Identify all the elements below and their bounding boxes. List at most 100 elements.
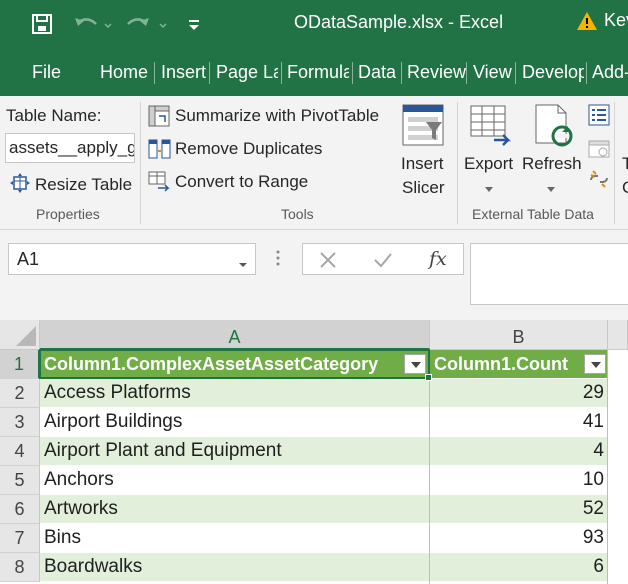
tab-file[interactable]: File: [32, 62, 61, 83]
filter-dropdown-count[interactable]: [584, 354, 606, 374]
tab-divider: [209, 62, 210, 84]
table-cell-category[interactable]: Airport Buildings: [40, 408, 430, 437]
table-cell-category[interactable]: Bins: [40, 524, 430, 553]
remove-duplicates-icon: [148, 138, 172, 165]
customize-qat-icon[interactable]: [186, 10, 202, 38]
overflow-line2: C: [622, 178, 628, 198]
table-cell-category[interactable]: Access Platforms: [40, 379, 430, 408]
active-cell-selection: [39, 349, 430, 379]
insert-slicer-line1[interactable]: Insert: [401, 154, 444, 174]
formula-input[interactable]: [470, 243, 628, 305]
formula-bar-grip-icon[interactable]: [276, 249, 280, 272]
table-cell-count[interactable]: 6: [430, 553, 608, 582]
export-dropdown-icon[interactable]: [484, 180, 494, 198]
overflow-line1: T: [622, 154, 628, 173]
column-divider: [607, 350, 608, 584]
fill-handle[interactable]: [425, 374, 432, 381]
column-header-a[interactable]: A: [40, 320, 430, 350]
tab-divider: [352, 62, 353, 84]
row-header[interactable]: 1: [0, 350, 40, 379]
row-header[interactable]: 7: [0, 524, 40, 553]
properties-icon[interactable]: [588, 104, 610, 131]
tab-divider: [586, 62, 587, 84]
tab-insert[interactable]: Insert: [161, 62, 206, 83]
row-header[interactable]: 3: [0, 408, 40, 437]
column-header-c[interactable]: [608, 320, 628, 350]
properties-group-label: Properties: [36, 206, 100, 222]
row-header[interactable]: 2: [0, 379, 40, 408]
pivot-table-icon: [148, 105, 170, 132]
svg-text:fx: fx: [427, 248, 447, 270]
row-header[interactable]: 4: [0, 437, 40, 466]
table-cell-category[interactable]: Boardwalks: [40, 553, 430, 582]
tab-developer[interactable]: Develop: [522, 62, 584, 83]
select-all-corner[interactable]: [0, 320, 40, 350]
column-divider: [429, 379, 430, 584]
table-name-input[interactable]: assets__apply_gr: [5, 133, 135, 163]
group-divider: [457, 102, 458, 224]
tab-data[interactable]: Data: [358, 62, 396, 83]
table-cell-count[interactable]: 29: [430, 379, 608, 408]
unlink-icon[interactable]: [588, 168, 610, 195]
tools-group-label: Tools: [281, 206, 314, 222]
row-header[interactable]: 8: [0, 553, 40, 582]
insert-function-icon[interactable]: fx: [427, 247, 453, 276]
table-header-count[interactable]: Column1.Count: [430, 350, 608, 379]
tab-divider: [401, 62, 402, 84]
tab-page-layout[interactable]: Page La: [216, 62, 278, 83]
warning-icon: [576, 11, 598, 31]
resize-table-icon: [10, 173, 30, 198]
remove-duplicates-button[interactable]: Remove Duplicates: [175, 139, 322, 159]
column-header-b[interactable]: B: [430, 320, 608, 350]
save-icon[interactable]: [30, 10, 54, 38]
cancel-icon[interactable]: [319, 251, 337, 274]
tab-divider: [515, 62, 516, 84]
table-name-label: Table Name:: [6, 106, 102, 125]
export-button[interactable]: Export: [464, 154, 513, 174]
refresh-icon: [532, 104, 576, 153]
tab-divider: [154, 62, 155, 84]
table-cell-count[interactable]: 10: [430, 466, 608, 495]
table-cell-category[interactable]: Anchors: [40, 466, 430, 495]
tab-home[interactable]: Home: [100, 62, 148, 83]
redo-icon[interactable]: [126, 10, 170, 38]
undo-icon[interactable]: [72, 10, 112, 38]
external-data-group-label: External Table Data: [472, 206, 594, 222]
table-cell-count[interactable]: 41: [430, 408, 608, 437]
ribbon-tabs: File Home Insert Page La Formula Data Re…: [0, 48, 628, 96]
tab-divider: [281, 62, 282, 84]
table-cell-count[interactable]: 4: [430, 437, 608, 466]
insert-slicer-line2[interactable]: Slicer: [402, 178, 445, 198]
window-title: ODataSample.xlsx - Excel: [294, 12, 504, 32]
refresh-button[interactable]: Refresh: [522, 154, 582, 174]
summarize-pivot-button[interactable]: Summarize with PivotTable: [175, 106, 379, 126]
table-cell-category[interactable]: Artworks: [40, 495, 430, 524]
tab-review[interactable]: Review: [407, 62, 466, 83]
table-cell-count[interactable]: 52: [430, 495, 608, 524]
title-bar: ODataSample.xlsx - Excel Kev: [0, 0, 628, 48]
resize-table-button[interactable]: Resize Table: [35, 175, 132, 195]
formula-bar-area: A1 fx: [0, 230, 628, 320]
convert-range-icon: [148, 171, 172, 198]
group-divider: [140, 102, 141, 224]
group-divider: [614, 102, 615, 224]
tab-addins[interactable]: Add-: [592, 62, 628, 83]
tab-formulas[interactable]: Formula: [287, 62, 349, 83]
formula-buttons: fx: [302, 243, 464, 275]
tab-view[interactable]: View: [473, 62, 512, 83]
enter-icon[interactable]: [373, 251, 393, 274]
slicer-icon: [402, 104, 444, 151]
row-header[interactable]: 6: [0, 495, 40, 524]
row-header[interactable]: 5: [0, 466, 40, 495]
account-warning[interactable]: Kev: [576, 10, 628, 31]
convert-to-range-button[interactable]: Convert to Range: [175, 172, 308, 192]
open-in-browser-icon[interactable]: [588, 138, 610, 165]
refresh-dropdown-icon[interactable]: [546, 180, 556, 198]
tab-divider: [466, 62, 467, 84]
name-box[interactable]: A1: [8, 243, 256, 275]
table-cell-category[interactable]: Airport Plant and Equipment: [40, 437, 430, 466]
name-box-dropdown-icon[interactable]: [238, 256, 248, 274]
user-name: Kev: [604, 10, 628, 30]
table-cell-count[interactable]: 93: [430, 524, 608, 553]
export-icon: [470, 104, 516, 153]
